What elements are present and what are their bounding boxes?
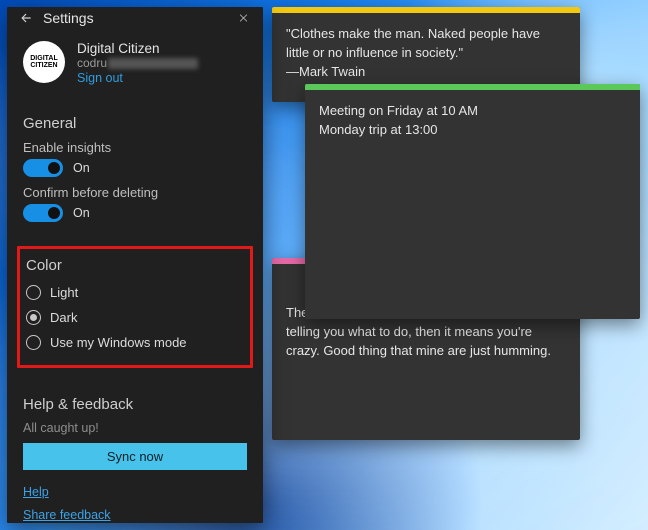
arrow-left-icon [19,11,33,25]
back-button[interactable] [15,7,37,29]
sign-out-link[interactable]: Sign out [77,71,198,85]
radio-icon [26,310,41,325]
radio-icon [26,335,41,350]
settings-panel: Settings DIGITAL CITIZEN Digital Citizen… [7,7,263,523]
section-heading-general: General [7,107,263,138]
section-heading-color: Color [26,255,244,280]
enable-insights-toggle[interactable] [23,159,63,177]
settings-title: Settings [43,10,233,26]
note-text: Monday trip at 13:00 [319,121,626,140]
section-heading-help: Help & feedback [7,388,263,419]
settings-header: Settings [7,7,263,29]
radio-icon [26,285,41,300]
enable-insights-label: Enable insights [23,140,247,155]
confirm-delete-label: Confirm before deleting [23,185,247,200]
note-text: Meeting on Friday at 10 AM [319,102,626,121]
share-feedback-link[interactable]: Share feedback [23,508,111,522]
close-button[interactable] [233,7,255,29]
note-text: telling you what to do, then it means yo… [286,323,566,361]
redacted-text [108,58,198,69]
confirm-delete-toggle[interactable] [23,204,63,222]
avatar: DIGITAL CITIZEN [23,41,65,83]
radio-label: Use my Windows mode [50,335,187,350]
toggle-state-text: On [73,206,90,220]
note-text: "Clothes make the man. Naked people have… [286,25,566,63]
color-option-dark[interactable]: Dark [26,305,244,330]
color-option-windows-mode[interactable]: Use my Windows mode [26,330,244,355]
help-link[interactable]: Help [23,485,49,499]
sync-status-text: All caught up! [7,419,263,443]
color-section-highlight: Color Light Dark Use my Windows mode [17,246,253,368]
close-icon [238,12,250,24]
account-email: codru [77,56,198,70]
radio-label: Light [50,285,78,300]
account-name: Digital Citizen [77,41,198,56]
sync-now-button[interactable]: Sync now [23,443,247,470]
sticky-note-green[interactable]: Meeting on Friday at 10 AM Monday trip a… [305,84,640,319]
toggle-state-text: On [73,161,90,175]
account-row: DIGITAL CITIZEN Digital Citizen codru Si… [7,29,263,95]
color-option-light[interactable]: Light [26,280,244,305]
radio-label: Dark [50,310,77,325]
note-text: —Mark Twain [286,63,566,82]
